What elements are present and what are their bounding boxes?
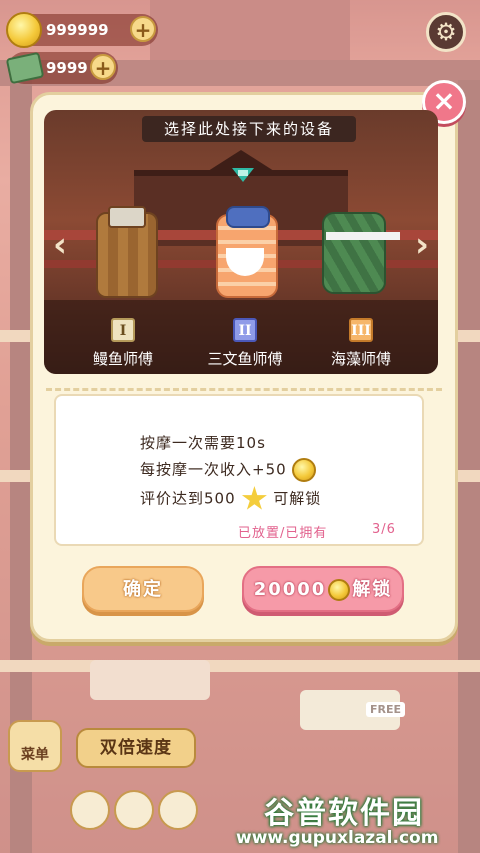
cash-icon — [5, 51, 45, 85]
menu-button[interactable]: 菜单 — [8, 720, 62, 772]
seaweed-master-character[interactable] — [322, 212, 386, 294]
master-option-seaweed[interactable]: III 海藻师傅 — [296, 318, 426, 369]
master-name: 三文鱼师傅 — [207, 350, 283, 368]
numeral-badge: II — [233, 318, 257, 342]
add-cash-button[interactable]: + — [90, 54, 116, 80]
watermark-title: 谷普软件园 — [264, 796, 424, 831]
arrow-left-icon[interactable]: ‹ — [48, 228, 72, 264]
master-option-eel[interactable]: I 鳗鱼师傅 — [58, 318, 188, 369]
watermark: 谷普软件园 www.gupuxlazal.com — [236, 788, 480, 853]
gear-icon[interactable]: ⚙ — [426, 12, 466, 52]
coin-amount: 999999 — [46, 21, 109, 39]
info-income: 每按摩一次收入+50 — [140, 458, 317, 482]
double-speed-button[interactable]: 双倍速度 — [76, 728, 196, 768]
coin-icon — [328, 579, 351, 601]
master-name: 海藻师傅 — [330, 350, 391, 368]
slot-button[interactable] — [70, 790, 110, 830]
star-icon — [241, 486, 267, 510]
seaweed-master-headband — [326, 232, 400, 240]
divider — [46, 388, 442, 395]
coin-icon — [6, 12, 42, 48]
cash-counter: 9999 + — [5, 51, 118, 85]
salmon-master-headband — [226, 206, 270, 228]
cash-amount: 9999 — [46, 59, 88, 77]
add-coins-button[interactable]: + — [130, 16, 156, 42]
unlock-button[interactable]: 20000 解锁 — [242, 566, 404, 612]
master-option-salmon[interactable]: II 三文鱼师傅 — [180, 318, 310, 369]
watermark-url: www.gupuxlazal.com — [236, 828, 439, 848]
arrow-right-icon[interactable]: › — [410, 228, 434, 264]
unlock-price: 20000 — [253, 579, 327, 600]
confirm-button[interactable]: 确定 — [82, 566, 204, 612]
placement-count: 3/6 — [372, 522, 396, 537]
placement-status: 已放置/已拥有 — [238, 526, 328, 541]
dialog-title: 选择此处接下来的设备 — [142, 116, 356, 142]
eel-master-hat — [108, 206, 146, 228]
numeral-badge: III — [349, 318, 373, 342]
coin-counter: 999999 + — [6, 12, 158, 48]
selection-marker-icon — [232, 168, 254, 182]
info-duration: 按摩一次需要10s — [140, 434, 266, 452]
slot-button[interactable] — [158, 790, 198, 830]
coin-icon — [292, 458, 317, 482]
slot-button[interactable] — [114, 790, 154, 830]
info-unlock-condition: 评价达到500 可解锁 — [140, 486, 321, 512]
master-name: 鳗鱼师傅 — [92, 350, 153, 368]
unlock-label: 解锁 — [352, 579, 393, 600]
numeral-badge: I — [111, 318, 135, 342]
